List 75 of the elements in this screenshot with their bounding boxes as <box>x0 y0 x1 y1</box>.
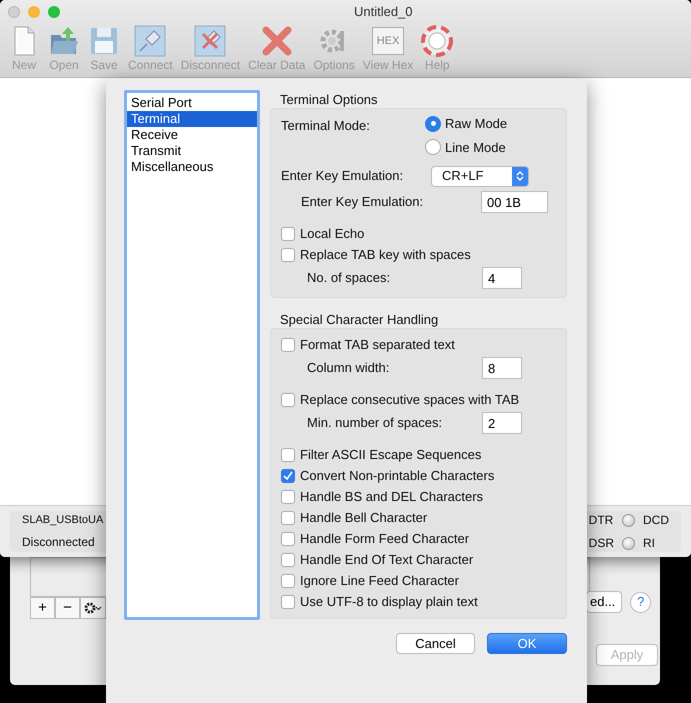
checkbox[interactable] <box>281 510 295 524</box>
checkbox[interactable] <box>281 552 295 566</box>
checkbox[interactable] <box>281 468 295 482</box>
checkbox[interactable] <box>281 532 295 546</box>
checkbox-label: Use UTF-8 to display plain text <box>300 592 478 611</box>
checkbox[interactable] <box>281 392 295 406</box>
hex-icon: HEX <box>372 27 404 55</box>
action-button[interactable]: ed... <box>586 591 622 613</box>
zoom-button[interactable] <box>48 6 60 18</box>
category-item[interactable]: Serial Port <box>127 95 257 111</box>
gear-menu-button[interactable] <box>80 597 106 619</box>
minimize-button[interactable] <box>28 6 40 18</box>
checkbox-label: Handle BS and DEL Characters <box>300 488 484 506</box>
checkbox-label: Ignore Line Feed Character <box>300 572 459 590</box>
checkbox-label: Replace TAB key with spaces <box>300 246 471 264</box>
category-item[interactable]: Miscellaneous <box>127 159 257 175</box>
field-label: Enter Key Emulation: <box>301 193 424 212</box>
list-button[interactable]: + <box>30 597 55 619</box>
field-label: Column width: <box>307 359 390 378</box>
checkbox-label: Format TAB separated text <box>300 336 455 354</box>
radio-label: Line Mode <box>445 138 506 156</box>
plug-icon <box>134 25 166 57</box>
checkbox[interactable] <box>281 594 295 608</box>
list-button[interactable]: − <box>55 597 80 619</box>
indicator-label: DTR <box>588 512 614 529</box>
window-title: Untitled_0 <box>354 3 413 22</box>
checkbox-label: Convert Non-printable Characters <box>300 466 494 485</box>
cross-icon <box>260 25 293 57</box>
radio-button[interactable] <box>425 116 441 132</box>
input-field[interactable]: 8 <box>482 357 522 379</box>
checkbox[interactable] <box>281 448 295 462</box>
checkmark-icon <box>283 471 293 480</box>
checkbox-label: Handle Form Feed Character <box>300 530 470 548</box>
section-title: Terminal Options <box>279 92 379 108</box>
category-item[interactable]: Transmit <box>127 143 257 159</box>
unplug-icon <box>194 25 226 57</box>
port-name: SLAB_USBtoUA <box>22 513 104 528</box>
radio-label: Raw Mode <box>445 115 508 133</box>
input-field[interactable]: 00 1B <box>481 191 548 213</box>
checkbox[interactable] <box>281 490 295 504</box>
gear-icon <box>84 602 102 614</box>
folder-icon <box>48 25 80 57</box>
checkbox-label: Handle Bell Character <box>300 508 428 527</box>
indicator-light <box>622 536 635 550</box>
close-button[interactable] <box>8 6 20 18</box>
indicator-light <box>622 514 635 526</box>
field-label: Min. number of spaces: <box>307 414 444 432</box>
section-title: Special Character Handling <box>279 312 440 328</box>
input-field[interactable]: 2 <box>482 412 522 434</box>
indicator-label: DSR <box>588 535 614 552</box>
indicator-label: RI <box>643 535 656 552</box>
cancel-button[interactable]: Cancel <box>396 633 475 654</box>
dropdown[interactable]: CR+LF <box>431 166 529 186</box>
lifebuoy-icon <box>421 25 454 57</box>
category-item[interactable]: Terminal <box>127 111 257 127</box>
dropdown-value: CR+LF <box>442 167 484 186</box>
checkbox[interactable] <box>281 248 295 262</box>
ok-button[interactable]: OK <box>487 633 567 654</box>
checkbox-label: Replace consecutive spaces with TAB <box>300 390 520 409</box>
category-item[interactable]: Receive <box>127 127 257 143</box>
input-field[interactable]: 4 <box>482 267 522 289</box>
checkbox-label: Filter ASCII Escape Sequences <box>300 446 482 464</box>
field-label: Enter Key Emulation: <box>281 167 404 186</box>
field-label: No. of spaces: <box>307 269 392 288</box>
help-button[interactable]: ? <box>630 592 652 612</box>
connection-status: Disconnected <box>22 534 96 551</box>
checkbox-label: Local Echo <box>300 224 364 243</box>
checkbox[interactable] <box>281 574 295 588</box>
checkbox[interactable] <box>281 338 295 352</box>
field-label: Terminal Mode: <box>281 117 371 135</box>
radio-button[interactable] <box>425 139 441 156</box>
stepper-arrows-icon <box>516 170 524 182</box>
checkbox[interactable] <box>281 226 295 240</box>
checkbox-label: Handle End Of Text Character <box>300 550 474 569</box>
indicator-label: DCD <box>643 512 669 529</box>
